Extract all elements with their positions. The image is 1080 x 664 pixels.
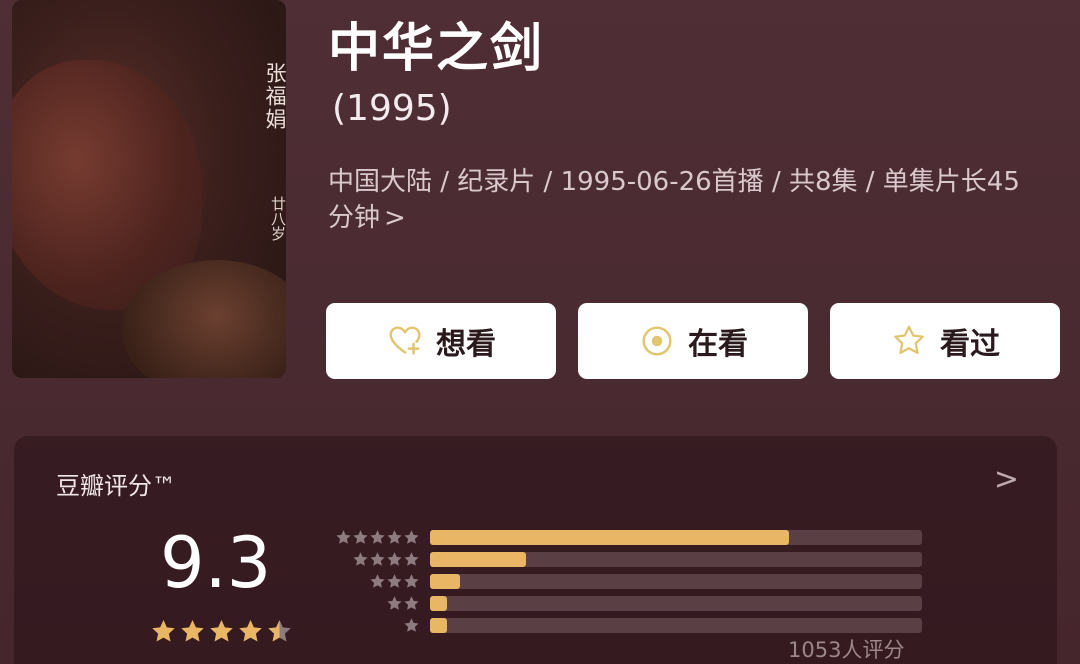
- distribution-bar-track: [430, 595, 922, 611]
- distribution-row-5-star: [320, 526, 922, 548]
- small-star-icon: [404, 617, 419, 632]
- rating-distribution: [320, 526, 922, 636]
- movie-meta[interactable]: 中国大陆 / 纪录片 / 1995-06-26首播 / 共8集 / 单集片长45…: [328, 164, 1038, 236]
- want-to-watch-label: 想看: [436, 327, 496, 362]
- rating-chevron-icon[interactable]: >: [994, 462, 1019, 497]
- distribution-bar-track: [430, 617, 922, 633]
- distribution-row-2-star: [320, 592, 922, 614]
- distribution-bar-fill: [430, 617, 448, 633]
- circle-dot-icon: [642, 326, 672, 356]
- want-to-watch-button[interactable]: 想看: [326, 303, 556, 379]
- watched-button[interactable]: 看过: [830, 303, 1060, 379]
- small-star-icon: [387, 529, 402, 544]
- movie-year: (1995): [332, 88, 452, 129]
- star-outline-icon: [894, 325, 924, 355]
- small-star-icon: [387, 573, 402, 588]
- rating-label: 豆瓣评分™: [56, 472, 176, 500]
- rating-score: 9.3: [160, 522, 272, 604]
- distribution-row-3-star: [320, 570, 922, 592]
- watching-label: 在看: [688, 327, 748, 362]
- distribution-bar-fill: [430, 595, 448, 611]
- rating-panel[interactable]: 豆瓣评分™ > 9.3 1053人评分: [14, 436, 1057, 664]
- distribution-row-1-star: [320, 614, 922, 636]
- score-star-icon: [152, 620, 175, 642]
- action-buttons: 想看 在看 看过: [326, 303, 1060, 379]
- rating-count: 1053人评分: [788, 638, 905, 662]
- score-star-icon: [239, 620, 262, 642]
- small-star-icon: [370, 551, 385, 566]
- movie-title: 中华之剑: [328, 19, 545, 79]
- small-star-icon: [404, 529, 419, 544]
- distribution-bar-fill: [430, 573, 460, 589]
- small-star-icon: [387, 595, 402, 610]
- distribution-bar-track: [430, 529, 922, 545]
- poster-image[interactable]: 张福娟 廿八岁: [12, 0, 286, 378]
- score-star-icon: [181, 620, 204, 642]
- small-star-icon: [404, 573, 419, 588]
- distribution-stars: [320, 529, 420, 546]
- distribution-bar-track: [430, 551, 922, 567]
- distribution-row-4-star: [320, 548, 922, 570]
- watching-button[interactable]: 在看: [578, 303, 808, 379]
- distribution-bar-fill: [430, 529, 790, 545]
- small-star-icon: [336, 529, 351, 544]
- meta-chevron-icon: >: [384, 203, 406, 233]
- small-star-icon: [404, 551, 419, 566]
- score-star-icon: [210, 620, 233, 642]
- small-star-icon: [370, 573, 385, 588]
- heart-plus-icon: [389, 326, 421, 356]
- distribution-bar-fill: [430, 551, 526, 567]
- rating-stars: [150, 618, 293, 645]
- distribution-stars: [320, 617, 420, 634]
- watched-label: 看过: [940, 327, 1000, 362]
- small-star-icon: [353, 551, 368, 566]
- distribution-bar-track: [430, 573, 922, 589]
- movie-meta-text: 中国大陆 / 纪录片 / 1995-06-26首播 / 共8集 / 单集片长45…: [328, 167, 1020, 233]
- small-star-icon: [387, 551, 402, 566]
- small-star-icon: [370, 529, 385, 544]
- distribution-stars: [320, 573, 420, 590]
- distribution-stars: [320, 595, 420, 612]
- poster-age-text: 廿八岁: [269, 196, 286, 241]
- score-star-icon: [268, 620, 291, 642]
- small-star-icon: [404, 595, 419, 610]
- poster-name-text: 张福娟: [263, 62, 286, 131]
- small-star-icon: [353, 529, 368, 544]
- distribution-stars: [320, 551, 420, 568]
